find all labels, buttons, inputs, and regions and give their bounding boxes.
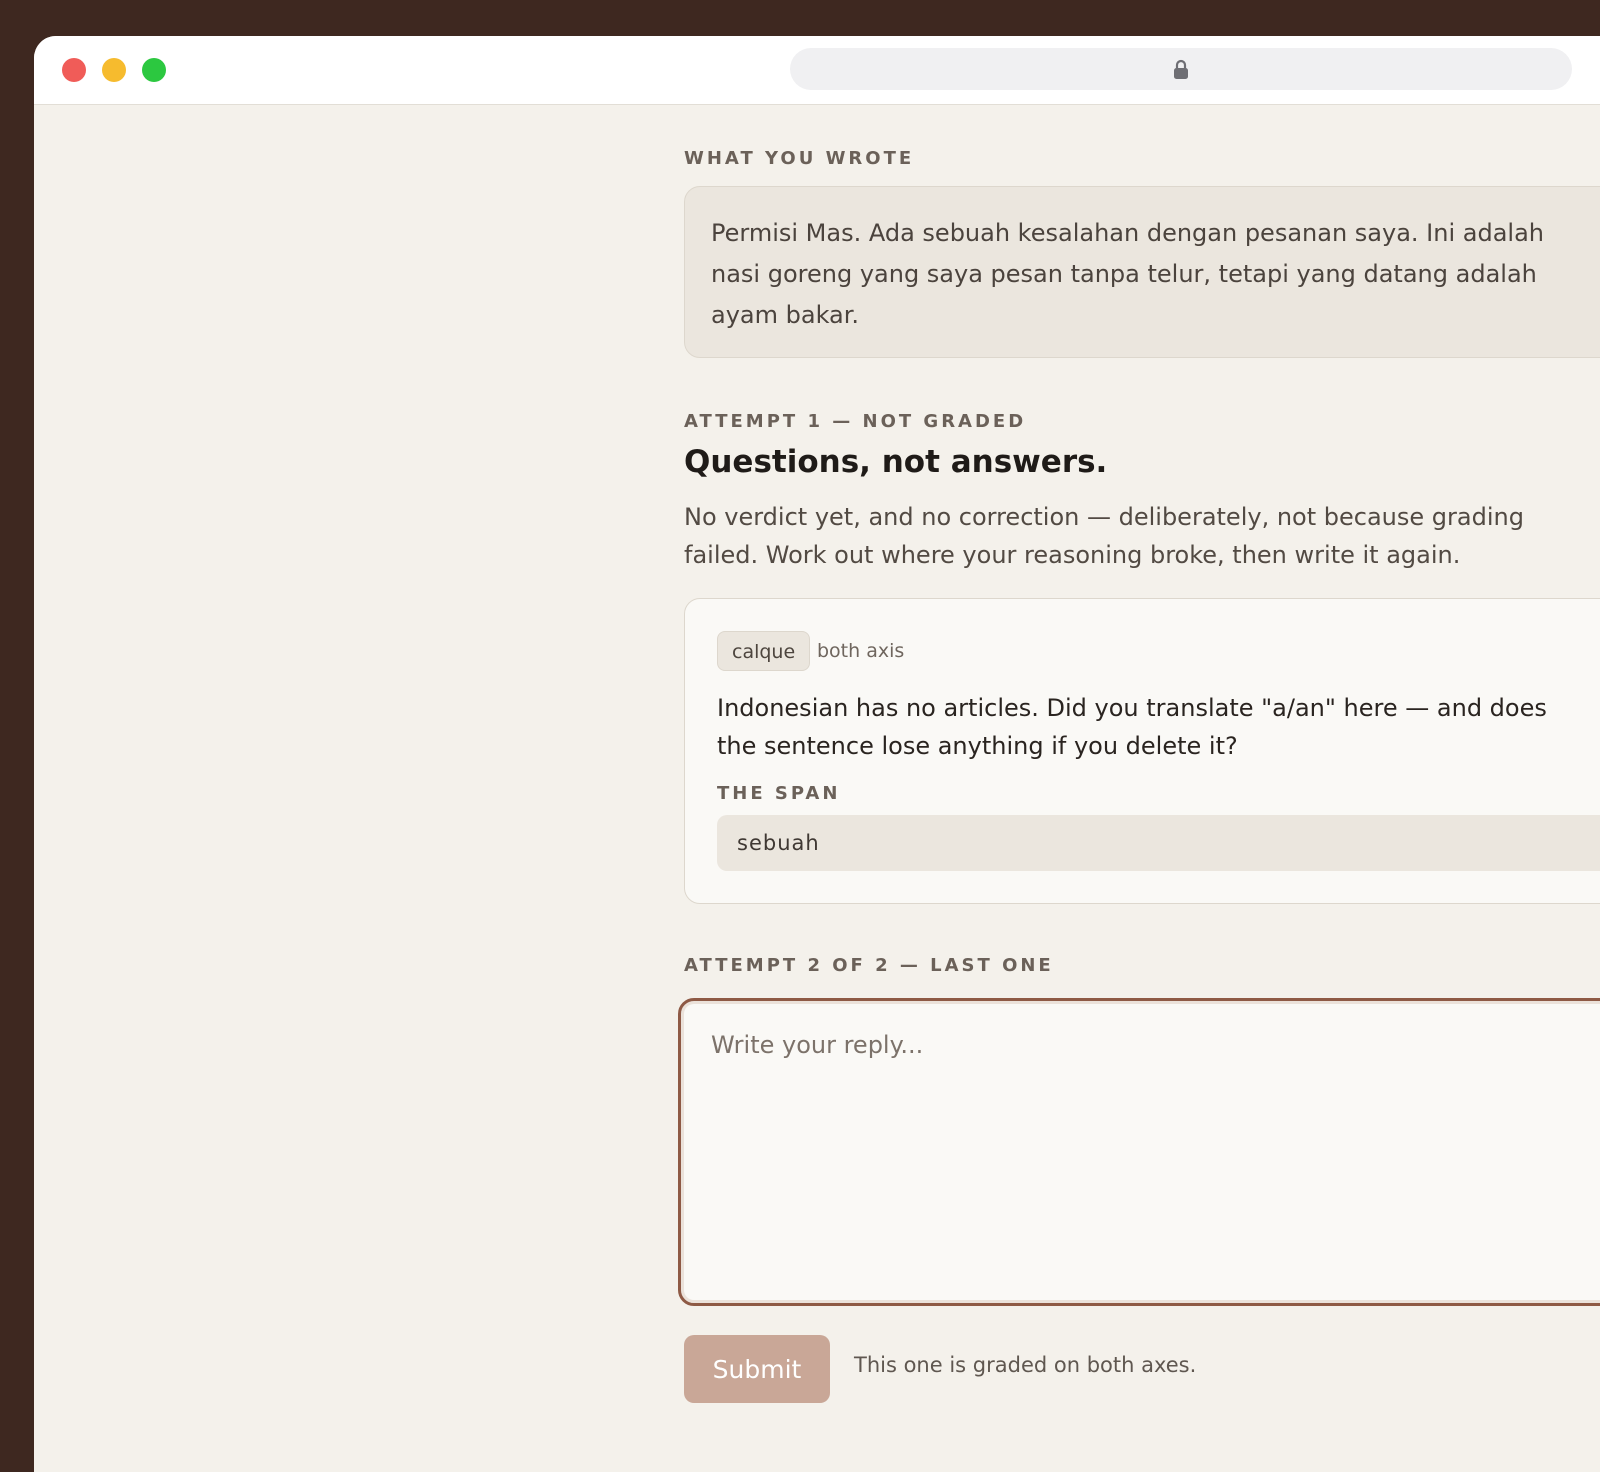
what-you-wrote-label: WHAT YOU WROTE	[684, 148, 915, 169]
maximize-window-button[interactable]	[142, 58, 166, 82]
submit-button[interactable]: Submit	[684, 1335, 830, 1403]
close-window-button[interactable]	[62, 58, 86, 82]
reply-textarea[interactable]	[678, 998, 1600, 1306]
main-content: WHAT YOU WROTE Permisi Mas. Ada sebuah k…	[678, 36, 1600, 1472]
span-value: sebuah	[717, 815, 1600, 871]
question-text: Indonesian has no articles. Did you tran…	[717, 694, 1547, 760]
span-label: THE SPAN	[717, 783, 841, 804]
error-type-tag: calque	[717, 631, 811, 671]
question-card: calque both axis Indonesian has no artic…	[684, 598, 1600, 904]
browser-window: WHAT YOU WROTE Permisi Mas. Ada sebuah k…	[34, 36, 1600, 1472]
submitted-text: Permisi Mas. Ada sebuah kesalahan dengan…	[711, 219, 1544, 329]
minimize-window-button[interactable]	[102, 58, 126, 82]
submitted-text-box: Permisi Mas. Ada sebuah kesalahan dengan…	[684, 186, 1600, 358]
grading-note: This one is graded on both axes.	[854, 1353, 1197, 1377]
intro-text: No verdict yet, and no correction — deli…	[684, 503, 1524, 569]
page-title: Questions, not answers.	[684, 444, 1108, 480]
axis-label: both axis	[817, 640, 905, 662]
attempt-2-label: ATTEMPT 2 OF 2 — LAST ONE	[684, 955, 1054, 976]
attempt-1-label: ATTEMPT 1 — NOT GRADED	[684, 411, 1027, 432]
